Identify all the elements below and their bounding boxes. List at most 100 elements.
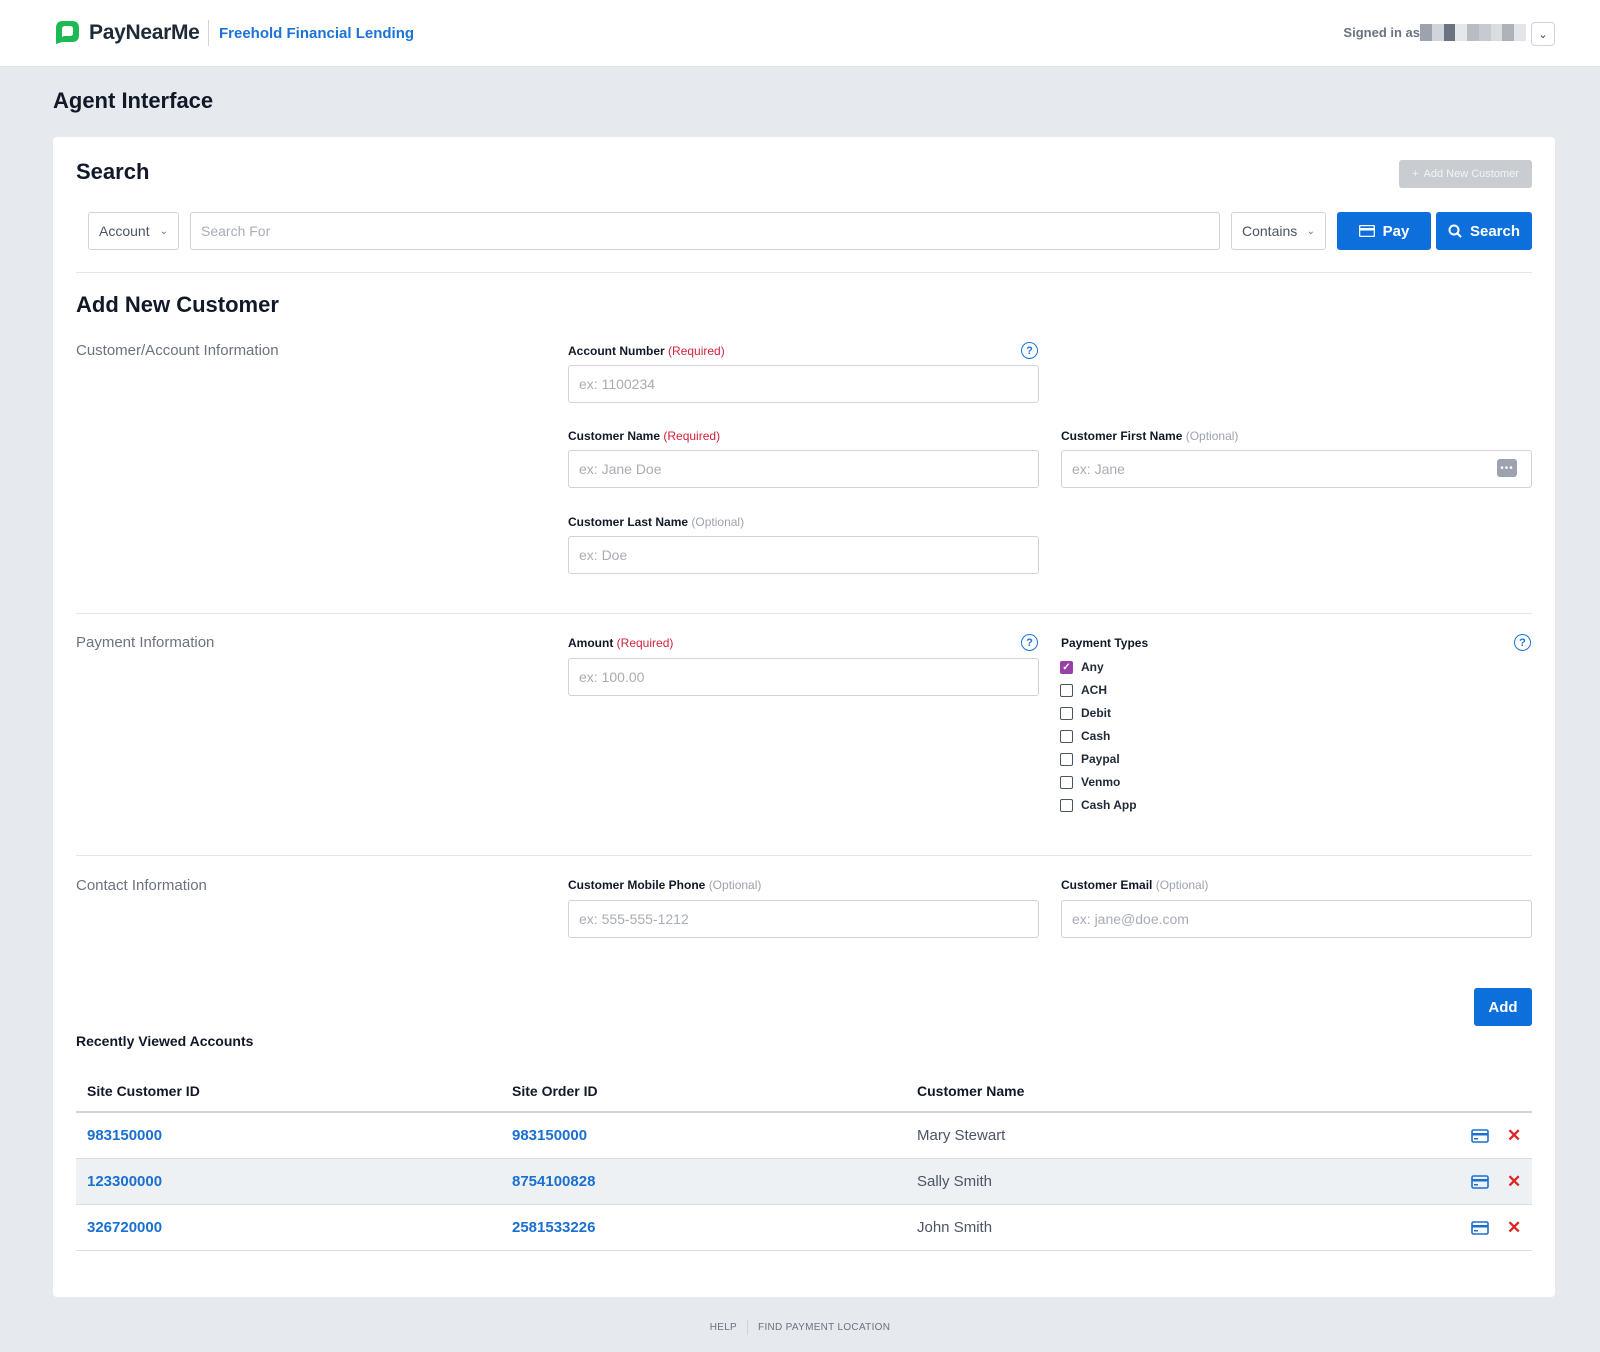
search-field-value: Account [99,223,150,239]
search-button[interactable]: Search [1436,212,1532,250]
checkbox[interactable] [1060,683,1073,697]
first-name-label: Customer First Name (Optional) [1061,429,1238,443]
site-customer-id-link[interactable]: 983150000 [87,1127,162,1144]
add-new-customer-button[interactable]: + Add New Customer [1399,160,1532,188]
add-customer-title: Add New Customer [76,292,279,317]
paynearme-logo-icon [56,21,79,44]
mobile-phone-input[interactable] [568,900,1039,938]
section-divider [76,855,1532,856]
remove-icon[interactable]: ✕ [1507,1126,1521,1146]
customer-name-cell: Mary Stewart [917,1127,1006,1144]
add-new-customer-label: Add New Customer [1423,168,1519,180]
email-label: Customer Email (Optional) [1061,878,1208,892]
mobile-phone-label-text: Customer Mobile Phone [568,878,706,892]
optional-tag: (Optional) [1185,429,1239,443]
payment-type-cash-app[interactable]: Cash App [1060,798,1137,812]
payment-type-label: Any [1081,660,1104,674]
payment-type-label: Paypal [1081,752,1120,766]
brand-divider [208,20,209,46]
search-icon [1448,224,1462,238]
last-name-label-text: Customer Last Name [568,515,689,529]
remove-icon[interactable]: ✕ [1507,1172,1521,1192]
pay-card-icon[interactable] [1471,1128,1489,1143]
plus-icon: + [1412,168,1419,180]
account-number-label-text: Account Number [568,344,665,358]
amount-input[interactable] [568,658,1039,696]
help-icon[interactable]: ? [1514,634,1531,651]
footer-divider [747,1320,749,1335]
site-order-id-link[interactable]: 2581533226 [512,1219,595,1236]
column-header: Site Customer ID [87,1083,200,1099]
top-bar: PayNearMe Freehold Financial Lending Sig… [0,0,1600,67]
pay-card-icon[interactable] [1471,1220,1489,1235]
add-button[interactable]: Add [1474,988,1532,1026]
pay-button[interactable]: Pay [1337,212,1431,250]
section-divider [76,613,1532,614]
payment-type-paypal[interactable]: Paypal [1060,752,1120,766]
account-number-label: Account Number (Required) [568,344,725,358]
payment-type-label: ACH [1081,683,1107,697]
customer-name-cell: John Smith [917,1219,993,1236]
signed-in-label: Signed in as [1343,25,1420,40]
pay-card-icon[interactable] [1471,1174,1489,1189]
remove-icon[interactable]: ✕ [1507,1218,1521,1238]
find-payment-location-link[interactable]: FIND PAYMENT LOCATION [758,1322,890,1333]
payment-types-label: Payment Types [1061,636,1149,650]
email-input[interactable] [1061,900,1532,938]
required-tag: (Required) [616,636,674,650]
optional-tag: (Optional) [691,515,745,529]
checkbox-checked-icon[interactable]: ✓ [1060,660,1073,674]
checkbox[interactable] [1060,706,1073,720]
chevron-down-icon: ⌄ [159,225,168,237]
chevron-down-icon: ⌄ [1306,225,1315,237]
page-title: Agent Interface [53,88,214,113]
customer-name-input[interactable] [568,450,1039,488]
payment-type-ach[interactable]: ACH [1060,683,1107,697]
optional-tag: (Optional) [708,878,762,892]
user-menu-dropdown[interactable]: ⌄ [1531,22,1555,46]
customer-name-label-text: Customer Name [568,429,661,443]
help-icon[interactable]: ? [1021,634,1038,651]
search-input[interactable] [190,212,1220,250]
help-link[interactable]: HELP [710,1322,737,1333]
section-divider [76,272,1532,273]
account-number-input[interactable] [568,365,1039,403]
chevron-down-icon: ⌄ [1538,28,1548,41]
credit-card-icon [1358,225,1375,237]
first-name-label-text: Customer First Name [1061,429,1183,443]
search-field-select[interactable]: Account ⌄ [88,212,179,250]
payment-type-cash[interactable]: Cash [1060,729,1110,743]
site-customer-id-link[interactable]: 123300000 [87,1173,162,1190]
payment-type-debit[interactable]: Debit [1060,706,1111,720]
site-customer-id-link[interactable]: 326720000 [87,1219,162,1236]
brand-name: PayNearMe [89,20,200,44]
payment-type-label: Debit [1081,706,1111,720]
site-order-id-link[interactable]: 8754100828 [512,1173,595,1190]
checkbox[interactable] [1060,729,1073,743]
search-title: Search [76,159,150,184]
payment-type-any[interactable]: ✓ Any [1060,660,1104,674]
match-type-value: Contains [1242,223,1298,239]
brand-logo[interactable]: PayNearMe [53,18,200,47]
last-name-input[interactable] [568,536,1039,574]
organization-name: Freehold Financial Lending [219,25,415,42]
required-tag: (Required) [663,429,721,443]
first-name-input[interactable] [1061,450,1532,488]
redacted-username [1420,24,1527,41]
pay-label: Pay [1382,222,1410,240]
customer-name-label: Customer Name (Required) [568,429,720,443]
amount-label-text: Amount [568,636,614,650]
table-row: 326720000 2581533226 John Smith ✕ [76,1205,1532,1251]
autofill-icon[interactable]: ••• [1497,459,1517,477]
payment-type-label: Venmo [1081,775,1121,789]
checkbox[interactable] [1060,798,1073,812]
mobile-phone-label: Customer Mobile Phone (Optional) [568,878,761,892]
help-icon[interactable]: ? [1021,342,1038,359]
checkbox[interactable] [1060,752,1073,766]
table-row: 983150000 983150000 Mary Stewart ✕ [76,1113,1532,1159]
site-order-id-link[interactable]: 983150000 [512,1127,587,1144]
payment-type-venmo[interactable]: Venmo [1060,775,1120,789]
match-type-select[interactable]: Contains ⌄ [1231,212,1326,250]
checkbox[interactable] [1060,775,1073,789]
main-card: Search + Add New Customer Account ⌄ Cont… [53,137,1555,1297]
